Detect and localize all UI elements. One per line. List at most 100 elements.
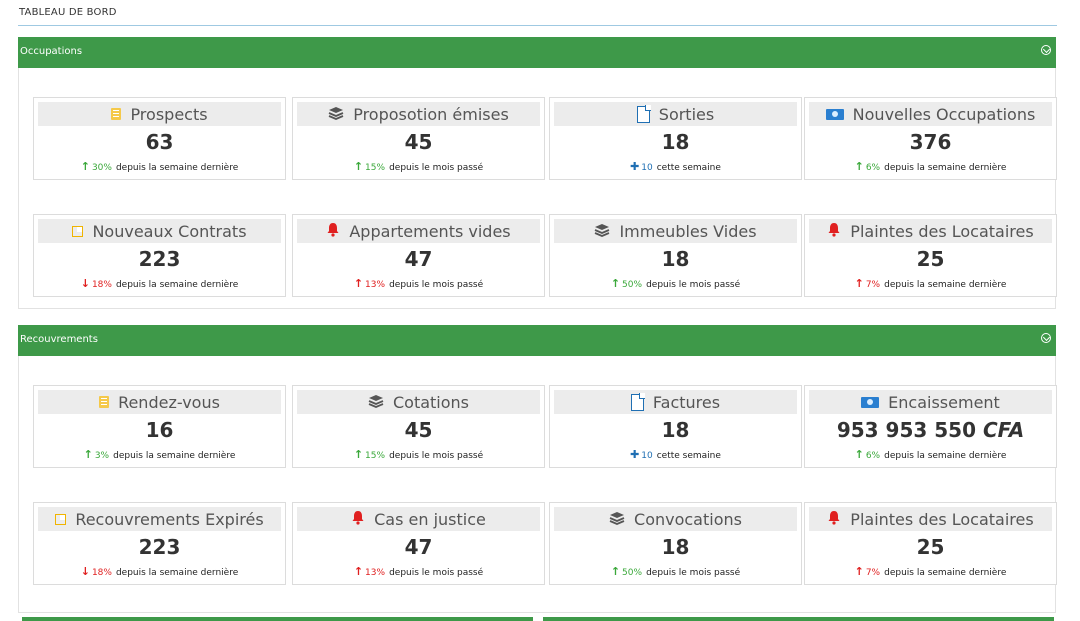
card-header: Immeubles Vides xyxy=(554,219,797,243)
panel-title: Occupations xyxy=(20,46,83,57)
card-trend-note: depuis le mois passé xyxy=(389,568,484,578)
card-trend-value: 7% xyxy=(865,568,881,578)
card-trend: ✚ 10 cette semaine xyxy=(550,160,801,173)
stat-card[interactable]: Encaissement 953 953 550 CFA ↑ 6% depuis la … xyxy=(804,385,1057,468)
card-header: Convocations xyxy=(554,507,797,531)
card-trend-value: 50% xyxy=(622,280,643,290)
folder-icon xyxy=(111,108,122,120)
card-trend-note: depuis le mois passé xyxy=(389,451,484,461)
card-trend-value: 15% xyxy=(365,163,386,173)
stat-card[interactable]: Sorties 18 ✚ 10 cette semaine xyxy=(549,97,802,180)
card-trend: ✚ 10 cette semaine xyxy=(550,448,801,461)
card-label: Sorties xyxy=(658,104,715,124)
card-trend: ↑ 3% depuis la semaine dernière xyxy=(34,448,285,461)
card-trend-note: depuis le mois passé xyxy=(646,280,741,290)
arrow-up-icon: ↑ xyxy=(80,160,90,173)
stat-card[interactable]: Cotations 45 ↑ 15% depuis le mois passé xyxy=(292,385,545,468)
card-trend: ↑ 7% depuis la semaine dernière xyxy=(805,277,1056,290)
card-trend-note: depuis la semaine dernière xyxy=(884,280,1007,290)
card-trend-note: depuis le mois passé xyxy=(389,280,484,290)
card-value: 376 xyxy=(909,130,952,154)
stat-card[interactable]: Plaintes des Locataires 25 ↑ 7% depuis la se… xyxy=(804,214,1057,297)
card-header: Cas en justice xyxy=(297,507,540,531)
panel-occupations: Occupations Prospects 63 ↑ 30% depuis la sema… xyxy=(18,37,1057,309)
arrow-up-icon: ↑ xyxy=(854,448,864,461)
card-trend-note: depuis la semaine dernière xyxy=(884,451,1007,461)
card-value: 25 xyxy=(916,535,945,559)
edit-icon xyxy=(72,225,84,237)
next-panel-header-left xyxy=(22,617,533,621)
card-trend-value: 30% xyxy=(91,163,112,173)
layers-icon xyxy=(609,510,625,529)
folder-icon xyxy=(99,396,110,408)
stat-card[interactable]: Nouvelles Occupations 376 ↑ 6% depuis la sem… xyxy=(804,97,1057,180)
card-label: Immeubles Vides xyxy=(619,221,757,241)
stat-card[interactable]: Convocations 18 ↑ 50% depuis le mois passé xyxy=(549,502,802,585)
stat-card[interactable]: Prospects 63 ↑ 30% depuis la semaine dernièr… xyxy=(33,97,286,180)
stat-card[interactable]: Cas en justice 47 ↑ 13% depuis le mois passé xyxy=(292,502,545,585)
arrow-down-icon: ↓ xyxy=(80,565,90,578)
arrow-up-icon: ↑ xyxy=(353,277,364,290)
card-header: Encaissement xyxy=(809,390,1052,414)
card-value: 18 xyxy=(661,418,690,442)
card-value: 45 xyxy=(404,418,433,442)
stat-card[interactable]: Appartements vides 47 ↑ 13% depuis le mois p… xyxy=(292,214,545,297)
card-trend-value: 15% xyxy=(365,451,386,461)
card-trend: ↑ 7% depuis la semaine dernière xyxy=(805,565,1056,578)
arrow-up-icon: ↑ xyxy=(610,565,621,578)
card-trend-value: 3% xyxy=(94,451,110,461)
card-trend-value: 13% xyxy=(365,280,386,290)
stat-card[interactable]: Immeubles Vides 18 ↑ 50% depuis le mois pass… xyxy=(549,214,802,297)
card-label: Proposotion émises xyxy=(353,104,509,124)
plus-icon: ✚ xyxy=(630,448,640,461)
card-header: Sorties xyxy=(554,102,797,126)
card-label: Cas en justice xyxy=(374,509,486,529)
card-trend: ↓ 18% depuis la semaine dernière xyxy=(34,277,285,290)
stat-card[interactable]: Nouveaux Contrats 223 ↓ 18% depuis la semain… xyxy=(33,214,286,297)
card-label: Rendez-vous xyxy=(118,392,220,412)
card-header: Plaintes des Locataires xyxy=(809,507,1052,531)
card-label: Factures xyxy=(652,392,721,412)
card-label: Plaintes des Locataires xyxy=(850,509,1034,529)
money-icon xyxy=(861,396,880,408)
bell-icon xyxy=(827,222,841,241)
card-header: Rendez-vous xyxy=(38,390,281,414)
card-label: Cotations xyxy=(392,392,470,412)
card-trend-value: 18% xyxy=(91,568,112,578)
stat-card[interactable]: Rendez-vous 16 ↑ 3% depuis la semaine derniè… xyxy=(33,385,286,468)
card-trend: ↓ 18% depuis la semaine dernière xyxy=(34,565,285,578)
card-trend-value: 50% xyxy=(622,568,643,578)
page-title: TABLEAU DE BORD xyxy=(19,7,117,18)
bell-icon xyxy=(827,510,841,529)
card-label: Nouvelles Occupations xyxy=(852,104,1036,124)
card-value: 25 xyxy=(916,247,945,271)
card-header: Factures xyxy=(554,390,797,414)
stat-card[interactable]: Proposotion émises 45 ↑ 15% depuis le mois p… xyxy=(292,97,545,180)
card-value: 45 xyxy=(404,130,433,154)
card-trend-note: depuis la semaine dernière xyxy=(115,568,239,578)
card-label: Encaissement xyxy=(888,392,1000,412)
card-trend-note: depuis la semaine dernière xyxy=(884,163,1007,173)
collapse-chevron-icon[interactable] xyxy=(1041,333,1051,343)
card-header: Appartements vides xyxy=(297,219,540,243)
layers-icon xyxy=(328,105,344,124)
card-trend: ↑ 15% depuis le mois passé xyxy=(293,448,544,461)
card-trend: ↑ 6% depuis la semaine dernière xyxy=(805,448,1056,461)
arrow-up-icon: ↑ xyxy=(83,448,93,461)
card-value: 18 xyxy=(661,535,690,559)
document-icon xyxy=(630,392,645,411)
card-trend-value: 6% xyxy=(865,451,881,461)
layers-icon xyxy=(368,393,384,412)
stat-card[interactable]: Plaintes des Locataires 25 ↑ 7% depuis la se… xyxy=(804,502,1057,585)
collapse-chevron-icon[interactable] xyxy=(1041,45,1051,55)
layers-icon xyxy=(594,222,610,241)
card-value: 953 953 550 CFA xyxy=(836,418,1025,442)
card-label: Appartements vides xyxy=(349,221,511,241)
stat-card[interactable]: Factures 18 ✚ 10 cette semaine xyxy=(549,385,802,468)
stat-card[interactable]: Recouvrements Expirés 223 ↓ 18% depuis la se… xyxy=(33,502,286,585)
money-icon xyxy=(825,108,844,120)
title-divider xyxy=(18,25,1057,26)
card-trend: ↑ 30% depuis la semaine dernière xyxy=(34,160,285,173)
card-trend: ↑ 13% depuis le mois passé xyxy=(293,277,544,290)
card-trend-note: cette semaine xyxy=(656,451,721,461)
